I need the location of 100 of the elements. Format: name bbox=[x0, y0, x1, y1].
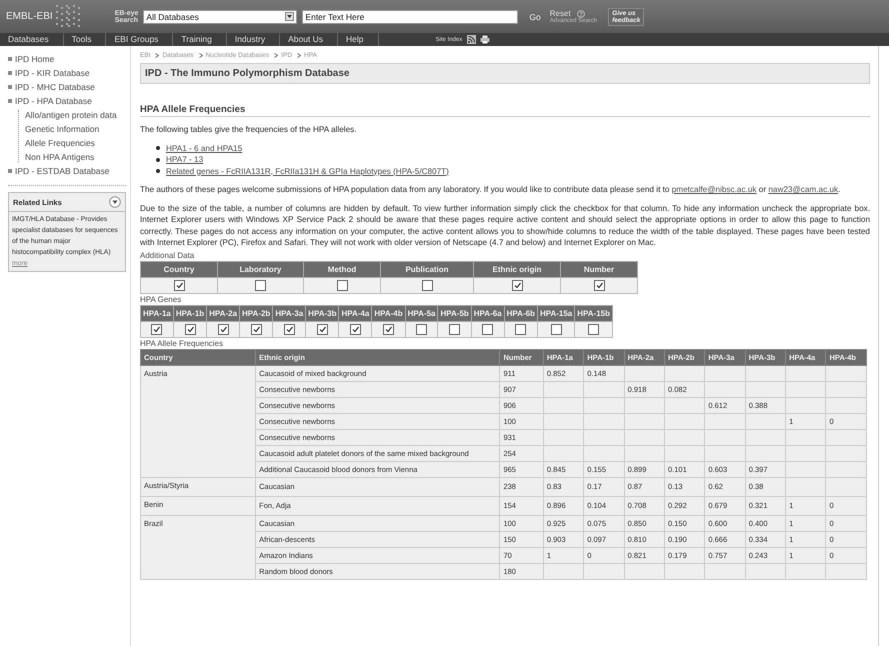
help-icon bbox=[576, 10, 585, 18]
section-heading: HPA Allele Frequencies bbox=[140, 104, 870, 117]
logo-text[interactable]: EMBL-EBI bbox=[6, 11, 53, 22]
check-icon bbox=[286, 326, 293, 333]
checkbox[interactable] bbox=[550, 324, 562, 335]
check-icon bbox=[176, 282, 182, 289]
column-header: Number bbox=[560, 261, 638, 277]
table-caption: HPA Allele Frequencies bbox=[140, 338, 224, 348]
bullet-icon bbox=[8, 85, 12, 89]
nav-item[interactable]: Databases bbox=[6, 33, 64, 46]
email-link[interactable]: naw23@cam.ac.uk bbox=[768, 185, 838, 194]
link[interactable]: Related genes - FcRIIA131R, FcRIIa131H & GPIa Haplotypes (HPA-5/C807T) bbox=[166, 166, 449, 177]
sidebar-sublink[interactable]: Allo/antigen protein data bbox=[25, 110, 117, 120]
bullet-icon bbox=[8, 99, 12, 103]
sidebar-link[interactable]: IPD - MHC Database bbox=[15, 82, 95, 92]
collapse-icon bbox=[109, 196, 121, 208]
sidebar-link[interactable]: IPD - ESTDAB Database bbox=[15, 166, 110, 176]
nav-item[interactable]: Training bbox=[173, 33, 227, 46]
check-icon bbox=[318, 326, 326, 333]
column-header: Country bbox=[140, 261, 218, 277]
column-header: HPA-3b bbox=[306, 305, 339, 321]
bullet-icon bbox=[8, 169, 12, 173]
bullet-icon bbox=[8, 71, 12, 75]
database-select[interactable]: All Databases bbox=[143, 10, 298, 24]
check-icon bbox=[384, 326, 392, 333]
email-link[interactable]: pmetcalfe@nibsc.ac.uk bbox=[672, 185, 756, 194]
dropdown-arrow-icon bbox=[285, 12, 294, 21]
column-header: HPA-15a bbox=[537, 305, 575, 321]
sidebar-sublink[interactable]: Allele Frequencies bbox=[25, 138, 95, 148]
nav-item[interactable]: EBI Groups bbox=[106, 33, 174, 46]
check-icon bbox=[352, 326, 359, 333]
column-header: HPA-15b bbox=[574, 305, 612, 321]
checkbox[interactable] bbox=[594, 280, 604, 291]
nav-item[interactable]: Tools bbox=[64, 33, 106, 46]
column-header: HPA-1a bbox=[140, 305, 174, 321]
column-header: HPA-6b bbox=[504, 305, 538, 321]
sidebar-link[interactable]: IPD - HPA Database bbox=[15, 96, 92, 106]
column-header: HPA-6a bbox=[471, 305, 504, 321]
check-icon bbox=[153, 326, 160, 333]
column-header: Method bbox=[304, 261, 380, 277]
bullet-icon bbox=[156, 146, 160, 150]
notice-text: Due to the size of the table, a number of columns are hidden by default. To view further information simply click the checkbox for that column. To hide any information uncheck the appropriate box. Internet Explorer users with Windows XP Service Pack 2 should be aware that these pages require active content and should select the appropriate options in order to allow this page to function correctly. These pages do not access any information on your computer, the active content allows you to show/hide columns to reduce the width of the table displayed. These pages have been tested with Internet Explorer (PC), Firefox and Safari. They will not work with older version of Netscape (4.7 and below) and Internet Explorer on Mac. bbox=[140, 202, 870, 248]
page-title: IPD - The Immuno Polymorphism Database bbox=[145, 68, 350, 79]
check-icon bbox=[220, 326, 227, 333]
nav-item[interactable]: About Us bbox=[280, 33, 338, 46]
check-icon bbox=[596, 282, 602, 289]
sidebar-sublink[interactable]: Genetic Information bbox=[25, 124, 100, 134]
checkbox[interactable] bbox=[250, 324, 262, 335]
link[interactable]: HPA1 - 6 and HPA15 bbox=[166, 142, 242, 154]
table-caption: Additional Data bbox=[140, 250, 196, 260]
check-icon bbox=[514, 282, 520, 289]
checkbox[interactable] bbox=[151, 324, 162, 335]
chevron-icon bbox=[297, 53, 302, 58]
column-header: Ethnic origin bbox=[474, 261, 560, 277]
checkbox[interactable] bbox=[174, 280, 184, 291]
chevron-icon bbox=[155, 53, 160, 58]
nav-item[interactable]: Help bbox=[338, 33, 379, 46]
checkbox[interactable] bbox=[336, 280, 348, 291]
chevron-icon bbox=[274, 53, 278, 58]
column-header: HPA-4a bbox=[338, 305, 372, 321]
check-icon bbox=[252, 326, 260, 333]
checkbox[interactable] bbox=[515, 324, 526, 335]
checkbox[interactable] bbox=[184, 324, 196, 335]
checkbox[interactable] bbox=[284, 324, 295, 335]
chevron-icon bbox=[198, 53, 203, 58]
column-header: HPA-5a bbox=[405, 305, 438, 321]
link[interactable]: HPA7 - 13 bbox=[166, 154, 204, 166]
checkbox[interactable] bbox=[588, 324, 600, 335]
contribute-text: The authors of these pages welcome submissions of HPA population data from any laboratory. If you would like to contribute data please send it to pmetcalfe@nibsc.ac.uk or naw23@cam.ac.uk. bbox=[140, 184, 842, 196]
bullet-icon bbox=[156, 169, 160, 174]
sidebar-link[interactable]: IPD - KIR Database bbox=[15, 68, 90, 78]
checkbox[interactable] bbox=[255, 280, 266, 291]
checkbox[interactable] bbox=[512, 280, 522, 291]
checkbox[interactable] bbox=[449, 324, 460, 335]
reset-link[interactable]: Reset bbox=[550, 9, 571, 18]
checkbox[interactable] bbox=[316, 324, 328, 335]
checkbox[interactable] bbox=[382, 324, 394, 335]
sidebar-sublink[interactable]: Non HPA Antigens bbox=[25, 152, 94, 162]
column-header: Laboratory bbox=[218, 261, 304, 277]
search-field[interactable]: Enter Text Here bbox=[302, 10, 518, 24]
sidebar-link[interactable]: IPD Home bbox=[15, 54, 54, 64]
column-header: HPA-5b bbox=[438, 305, 472, 321]
intro-text: The following tables give the frequencies of the HPA alleles. bbox=[140, 124, 358, 136]
column-header: Publication bbox=[380, 261, 474, 277]
printer-icon bbox=[480, 35, 490, 44]
checkbox[interactable] bbox=[422, 280, 432, 291]
column-header: HPA-2a bbox=[206, 305, 240, 321]
checkbox[interactable] bbox=[416, 324, 428, 335]
column-header: HPA-2b bbox=[240, 305, 273, 321]
bullet-icon bbox=[156, 158, 160, 162]
checkbox[interactable] bbox=[482, 324, 494, 335]
table-caption: HPA Genes bbox=[140, 294, 182, 304]
bullet-icon bbox=[8, 57, 12, 61]
column-header: HPA-1b bbox=[173, 305, 207, 321]
go-button[interactable]: Go bbox=[529, 12, 541, 22]
column-header: HPA-4b bbox=[372, 305, 406, 321]
check-icon bbox=[186, 326, 194, 333]
checkbox[interactable] bbox=[350, 324, 361, 335]
checkbox[interactable] bbox=[218, 324, 229, 335]
nav-item[interactable]: Industry bbox=[226, 33, 280, 46]
